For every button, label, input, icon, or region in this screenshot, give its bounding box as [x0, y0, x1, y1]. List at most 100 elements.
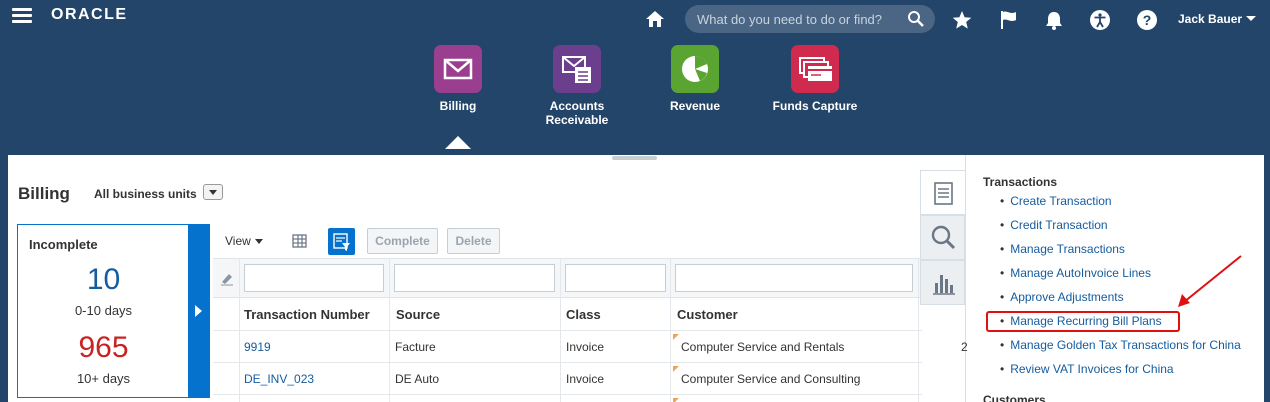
global-header: ORACLE ? Jack Bauer: [0, 0, 1270, 40]
springboard-label: Accounts Receivable: [545, 99, 609, 127]
bullet: •: [1000, 266, 1005, 280]
task-manage-golden-tax-transactions[interactable]: • Manage Golden Tax Transactions for Chin…: [1000, 338, 1241, 352]
task-manage-transactions[interactable]: • Manage Transactions: [1000, 242, 1125, 256]
springboard-accounts-receivable[interactable]: Accounts Receivable: [522, 45, 632, 127]
filter-transaction-number[interactable]: [244, 264, 384, 292]
data-marker-icon: [673, 334, 679, 340]
task-label: Manage AutoInvoice Lines: [1010, 266, 1151, 280]
view-menu-label: View: [225, 234, 251, 248]
tab-tasks[interactable]: [920, 170, 965, 215]
business-unit-label: All business units: [94, 187, 197, 201]
chevron-right-icon: [195, 305, 202, 317]
chevron-down-icon: [209, 190, 217, 195]
column-header-class[interactable]: Class: [566, 307, 601, 322]
help-icon[interactable]: ?: [1136, 9, 1158, 31]
incomplete-label-0-10: 0-10 days: [74, 303, 133, 318]
bullet: •: [1000, 362, 1005, 376]
filter-source[interactable]: [394, 264, 555, 292]
bullet: •: [1000, 338, 1005, 352]
springboard-label: Revenue: [669, 99, 721, 113]
task-label: Credit Transaction: [1010, 218, 1108, 232]
row-divider: [213, 330, 922, 331]
task-label: Create Transaction: [1010, 194, 1112, 208]
row-divider: [213, 362, 922, 363]
bullet: •: [1000, 218, 1005, 232]
task-manage-autoinvoice-lines[interactable]: • Manage AutoInvoice Lines: [1000, 266, 1151, 280]
task-label: Manage Transactions: [1010, 242, 1125, 256]
springboard-billing[interactable]: Billing: [403, 45, 513, 113]
notifications-bell-icon[interactable]: [1043, 9, 1065, 31]
favorites-star-icon[interactable]: [951, 9, 973, 31]
filter-class[interactable]: [565, 264, 666, 292]
cell-customer: Computer Service and Rentals: [681, 340, 845, 354]
bullet: •: [1000, 290, 1005, 304]
global-search: [685, 5, 935, 33]
infolet-title: Incomplete: [29, 237, 98, 252]
tasks-section-heading: Transactions: [983, 175, 1058, 189]
cell-source: DE Auto: [395, 372, 440, 386]
springboard-label: Funds Capture: [772, 99, 858, 113]
highlight-box: [986, 311, 1180, 332]
revenue-pie-icon: [671, 45, 719, 93]
task-label: Review VAT Invoices for China: [1010, 362, 1174, 376]
query-by-example-icon[interactable]: [328, 228, 355, 255]
home-icon[interactable]: [645, 9, 665, 29]
incomplete-count-10-plus[interactable]: 965: [18, 331, 189, 365]
annotation-arrow-icon: [1178, 255, 1242, 307]
funds-capture-cards-icon: [791, 45, 839, 93]
transaction-number-link[interactable]: DE_INV_023: [244, 372, 314, 386]
incomplete-count-0-10[interactable]: 10: [18, 263, 189, 297]
tasks-document-icon: [934, 182, 953, 205]
incomplete-infolet[interactable]: Incomplete 10 0-10 days 965 10+ days: [17, 224, 210, 398]
task-label: Approve Adjustments: [1010, 290, 1124, 304]
oracle-logo: ORACLE: [51, 6, 128, 23]
chevron-down-icon: [254, 239, 263, 244]
clear-filter-eraser-icon[interactable]: [219, 270, 235, 286]
row-divider: [213, 394, 922, 395]
springboard-revenue[interactable]: Revenue: [640, 45, 750, 113]
transaction-number-link[interactable]: 9919: [244, 340, 271, 354]
springboard-funds-capture[interactable]: Funds Capture: [760, 45, 870, 113]
tasks-section-heading-customers: Customers: [983, 393, 1046, 402]
filter-customer[interactable]: [675, 264, 913, 292]
navigator-menu-icon[interactable]: [12, 8, 32, 24]
watchlist-flag-icon[interactable]: [998, 9, 1020, 31]
data-marker-icon: [673, 398, 679, 402]
cell-truncated: 2: [961, 340, 968, 354]
complete-button[interactable]: Complete: [367, 228, 438, 254]
tab-analytics[interactable]: [920, 260, 965, 305]
cell-class: Invoice: [566, 372, 605, 386]
data-marker-icon: [673, 366, 679, 372]
task-credit-transaction[interactable]: • Credit Transaction: [1000, 218, 1108, 232]
receivables-tile-icon: [553, 45, 601, 93]
search-icon: [931, 225, 956, 250]
search-input[interactable]: [697, 9, 897, 29]
bar-chart-icon: [933, 275, 955, 295]
cell-source: Facture: [395, 340, 436, 354]
panel-collapse-handle[interactable]: [612, 156, 657, 160]
chevron-down-icon: [1246, 16, 1257, 21]
user-menu[interactable]: Jack Bauer: [1178, 12, 1257, 26]
search-icon[interactable]: [907, 10, 925, 28]
freeze-columns-icon[interactable]: [288, 229, 312, 253]
business-unit-dropdown[interactable]: [203, 184, 223, 200]
task-approve-adjustments[interactable]: • Approve Adjustments: [1000, 290, 1124, 304]
billing-tile-icon: [434, 45, 482, 93]
cell-customer: Computer Service and Consulting: [681, 372, 861, 386]
task-create-transaction[interactable]: • Create Transaction: [1000, 194, 1112, 208]
selected-springboard-pointer: [445, 136, 471, 149]
bullet: •: [1000, 194, 1005, 208]
infolet-expand-button[interactable]: [188, 225, 209, 397]
accessibility-icon[interactable]: [1089, 9, 1111, 31]
tab-search[interactable]: [920, 215, 965, 260]
view-menu[interactable]: View: [225, 234, 263, 248]
delete-button[interactable]: Delete: [447, 228, 500, 254]
page-title: Billing: [18, 184, 70, 203]
task-label: Manage Golden Tax Transactions for China: [1010, 338, 1241, 352]
column-header-transaction-number[interactable]: Transaction Number: [244, 307, 370, 322]
user-name: Jack Bauer: [1178, 12, 1243, 26]
svg-text:?: ?: [1143, 12, 1152, 28]
task-review-vat-invoices[interactable]: • Review VAT Invoices for China: [1000, 362, 1174, 376]
column-header-source[interactable]: Source: [396, 307, 440, 322]
column-header-customer[interactable]: Customer: [677, 307, 738, 322]
